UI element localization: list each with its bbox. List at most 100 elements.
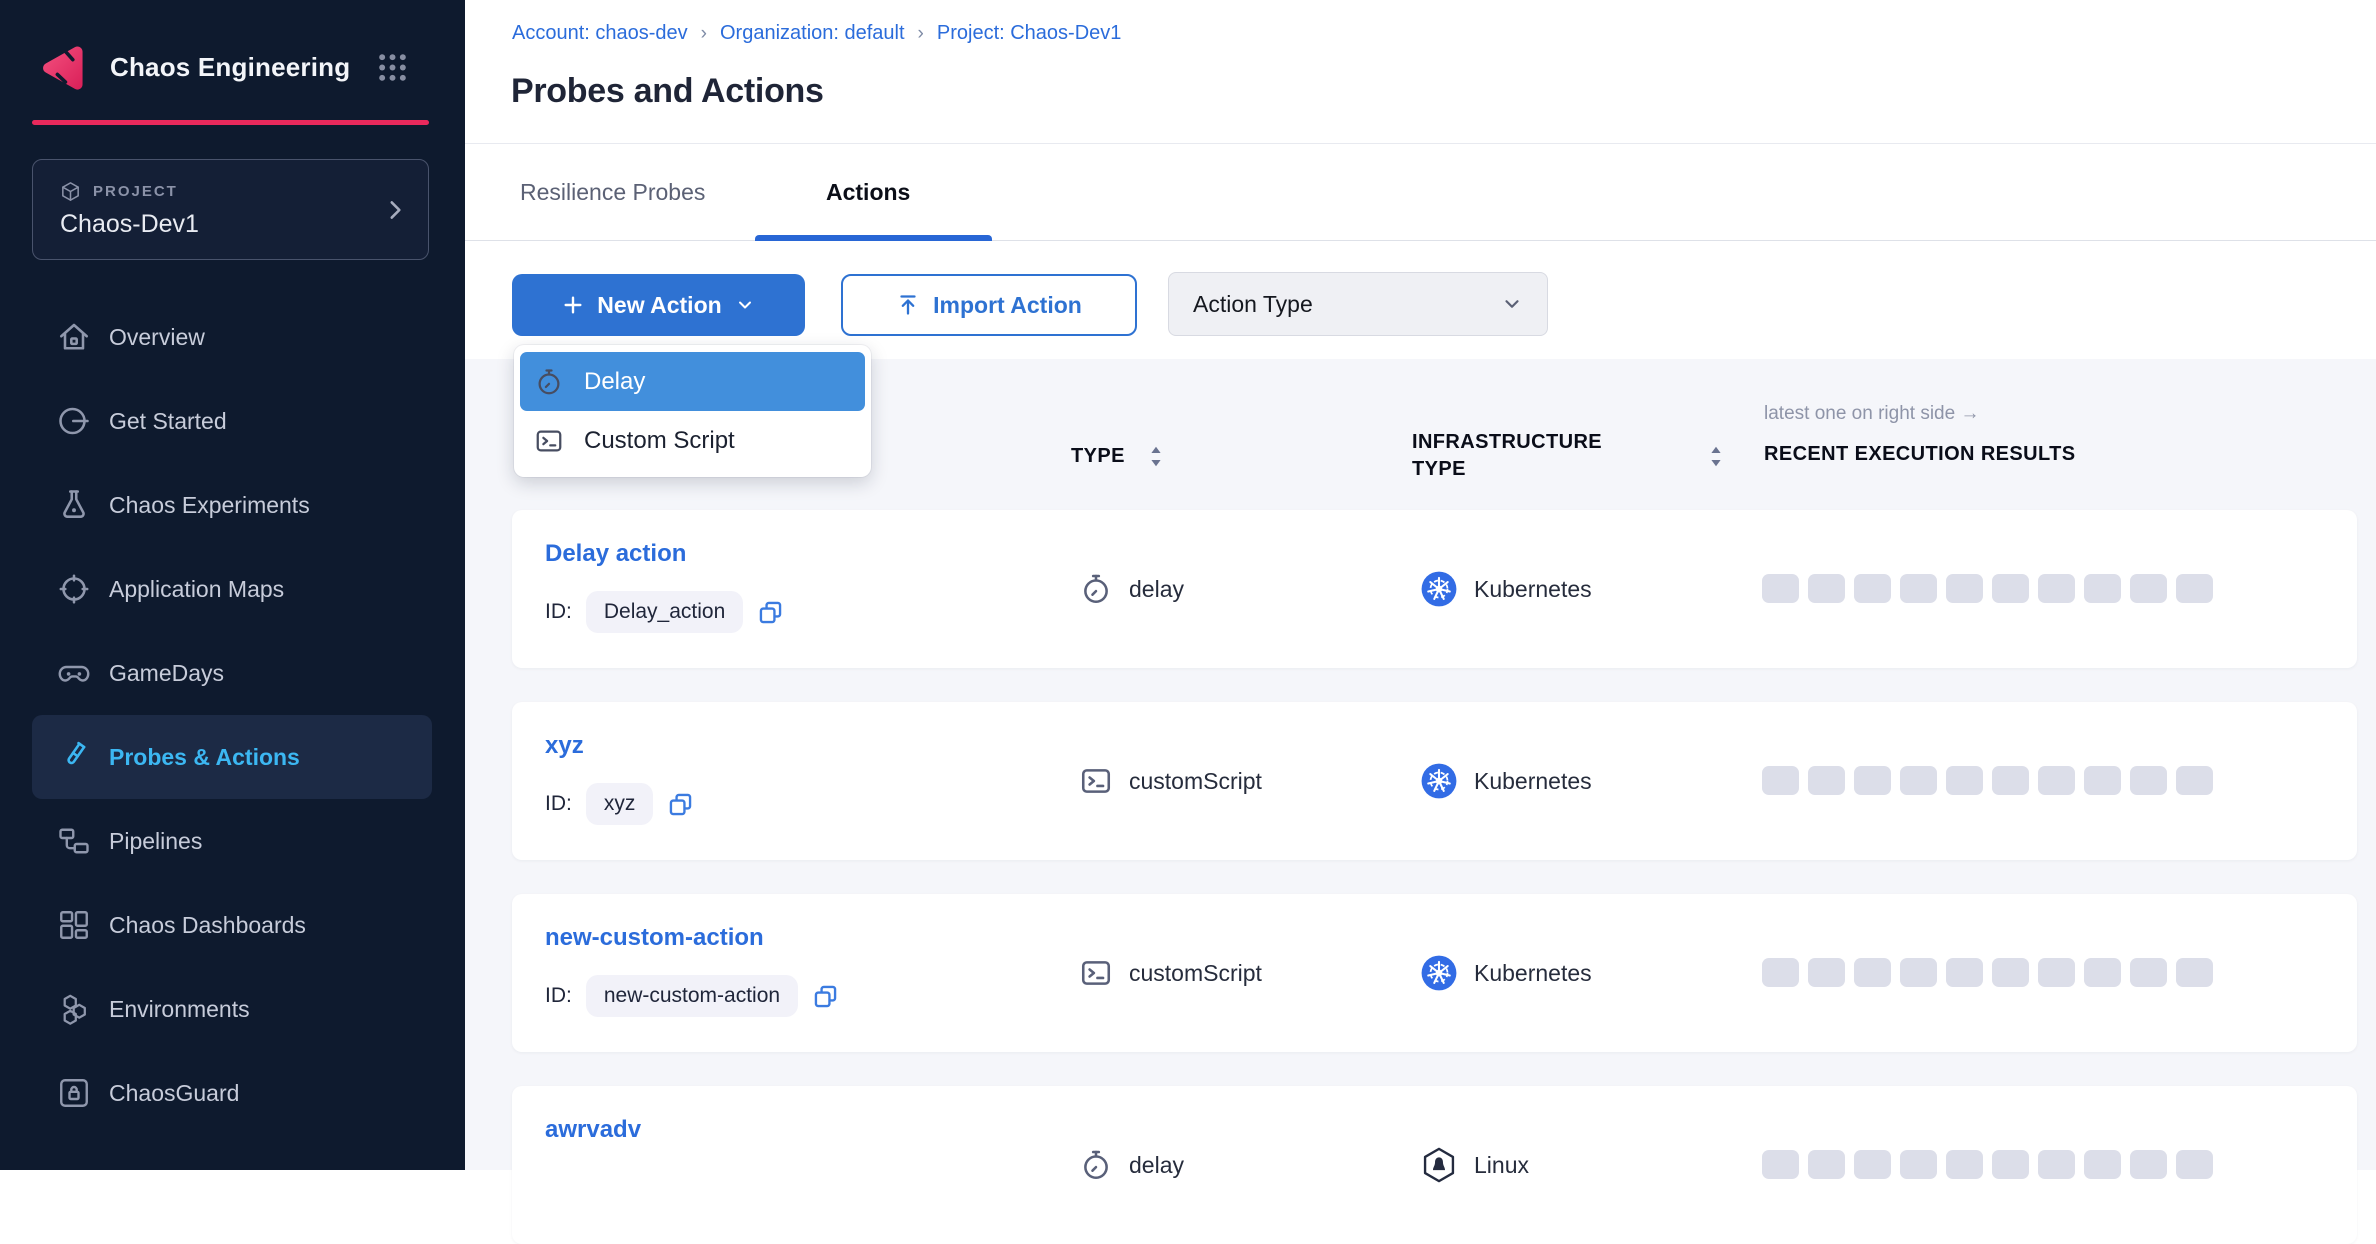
tab-actions[interactable]: Actions	[826, 144, 910, 240]
sidebar-item-environments[interactable]: Environments	[32, 967, 432, 1051]
terminal-icon	[1079, 956, 1113, 990]
cube-icon	[59, 180, 82, 203]
breadcrumb-org-link[interactable]: Organization: default	[720, 22, 905, 45]
id-label: ID:	[545, 792, 572, 816]
execution-result-placeholder	[2084, 958, 2121, 987]
execution-result-placeholder	[1854, 958, 1891, 987]
menu-item-custom-script[interactable]: Custom Script	[520, 411, 865, 470]
project-label: PROJECT	[93, 183, 178, 200]
chevron-right-icon	[382, 197, 408, 223]
execution-result-placeholder	[2176, 958, 2213, 987]
sidebar: Chaos Engineering PROJECT Chaos-Dev1 Ove…	[0, 0, 465, 1170]
project-selector[interactable]: PROJECT Chaos-Dev1	[32, 159, 429, 260]
sidebar-item-chaos-dashboards[interactable]: Chaos Dashboards	[32, 883, 432, 967]
sidebar-item-probes-actions[interactable]: Probes & Actions	[32, 715, 432, 799]
execution-result-placeholder	[1900, 1150, 1937, 1179]
sidebar-item-chaos-experiments[interactable]: Chaos Experiments	[32, 463, 432, 547]
infrastructure-cell: Kubernetes	[1420, 510, 1592, 668]
execution-result-placeholder	[1808, 766, 1845, 795]
table-row: Delay actionID:Delay_actiondelayKubernet…	[512, 510, 2357, 668]
execution-result-placeholder	[1854, 766, 1891, 795]
breadcrumb: Account: chaos-dev › Organization: defau…	[512, 22, 1121, 45]
sidebar-item-label: Chaos Experiments	[109, 492, 310, 519]
execution-result-placeholder	[1762, 1150, 1799, 1179]
pipelines-icon	[56, 823, 92, 859]
sidebar-item-label: Application Maps	[109, 576, 284, 603]
terminal-icon	[534, 426, 564, 456]
sidebar-item-label: Environments	[109, 996, 250, 1023]
flask-icon	[56, 487, 92, 523]
sidebar-item-label: Overview	[109, 324, 205, 351]
sidebar-item-gamedays[interactable]: GameDays	[32, 631, 432, 715]
sort-icon[interactable]	[1709, 445, 1723, 468]
execution-result-placeholder	[1900, 766, 1937, 795]
action-id-value: new-custom-action	[586, 975, 798, 1017]
execution-result-placeholder	[1762, 574, 1799, 603]
id-label: ID:	[545, 600, 572, 624]
action-type-select[interactable]: Action Type	[1168, 272, 1548, 336]
copy-id-icon[interactable]	[757, 599, 784, 626]
sidebar-item-chaosguard[interactable]: ChaosGuard	[32, 1051, 432, 1135]
breadcrumb-project-link[interactable]: Project: Chaos-Dev1	[937, 22, 1122, 45]
id-label: ID:	[545, 984, 572, 1008]
sort-icon[interactable]	[1149, 445, 1163, 468]
sidebar-item-label: Chaos Dashboards	[109, 912, 306, 939]
new-action-button[interactable]: New Action	[512, 274, 805, 336]
application-maps-icon	[56, 571, 92, 607]
copy-id-icon[interactable]	[812, 983, 839, 1010]
execution-result-placeholder	[1900, 574, 1937, 603]
column-header-infrastructure-type: INFRASTRUCTURE TYPE	[1412, 429, 1642, 483]
tab-resilience-probes[interactable]: Resilience Probes	[520, 144, 705, 240]
table-row: awrvadvdelayLinux	[512, 1086, 2357, 1244]
kubernetes-icon	[1420, 762, 1458, 800]
tabs: Resilience Probes Actions	[465, 143, 2376, 241]
execution-result-placeholder	[2038, 958, 2075, 987]
environments-icon	[56, 991, 92, 1027]
action-name-link[interactable]: new-custom-action	[545, 924, 764, 952]
dashboards-icon	[56, 907, 92, 943]
execution-result-placeholder	[1808, 574, 1845, 603]
execution-result-placeholder	[1854, 1150, 1891, 1179]
execution-result-placeholder	[2130, 766, 2167, 795]
action-name-link[interactable]: xyz	[545, 732, 584, 760]
chevron-down-icon	[735, 295, 755, 315]
action-type-value: delay	[1129, 576, 1184, 603]
table-row: xyzID:xyzcustomScriptKubernetes	[512, 702, 2357, 860]
execution-result-placeholder	[1946, 574, 1983, 603]
execution-result-placeholder	[2130, 958, 2167, 987]
execution-result-placeholder	[2084, 1150, 2121, 1179]
action-id-value: xyz	[586, 783, 654, 825]
stopwatch-icon	[534, 367, 564, 397]
sidebar-item-label: Get Started	[109, 408, 227, 435]
sidebar-item-label: ChaosGuard	[109, 1080, 239, 1107]
type-cell: customScript	[1079, 894, 1262, 1052]
action-name-link[interactable]: awrvadv	[545, 1116, 641, 1144]
sidebar-item-get-started[interactable]: Get Started	[32, 379, 432, 463]
column-header-type: TYPE	[1071, 445, 1125, 468]
sidebar-item-label: GameDays	[109, 660, 224, 687]
copy-id-icon[interactable]	[667, 791, 694, 818]
execution-result-placeholder	[1946, 766, 1983, 795]
import-action-button[interactable]: Import Action	[841, 274, 1137, 336]
sidebar-item-label: Pipelines	[109, 828, 202, 855]
execution-result-placeholder	[2176, 1150, 2213, 1179]
sidebar-item-overview[interactable]: Overview	[32, 295, 432, 379]
gamepad-icon	[56, 655, 92, 691]
recent-execution-results	[1762, 574, 2213, 603]
execution-result-placeholder	[1808, 958, 1845, 987]
sidebar-item-pipelines[interactable]: Pipelines	[32, 799, 432, 883]
table-row: new-custom-action ID: new-custom-action cus…	[512, 894, 2357, 1052]
execution-result-placeholder	[1946, 1150, 1983, 1179]
action-name-link[interactable]: Delay action	[545, 540, 686, 568]
type-cell: delay	[1079, 510, 1184, 668]
menu-item-delay[interactable]: Delay	[520, 352, 865, 411]
sidebar-nav: Overview Get Started Chaos Experiments Appl…	[32, 295, 432, 1135]
execution-result-placeholder	[2084, 574, 2121, 603]
type-cell: customScript	[1079, 702, 1262, 860]
execution-result-placeholder	[1762, 766, 1799, 795]
app-switcher-grid-icon[interactable]	[377, 52, 408, 83]
breadcrumb-account-link[interactable]: Account: chaos-dev	[512, 22, 688, 45]
sidebar-item-application-maps[interactable]: Application Maps	[32, 547, 432, 631]
execution-result-placeholder	[1900, 958, 1937, 987]
action-type-value: delay	[1129, 1152, 1184, 1179]
